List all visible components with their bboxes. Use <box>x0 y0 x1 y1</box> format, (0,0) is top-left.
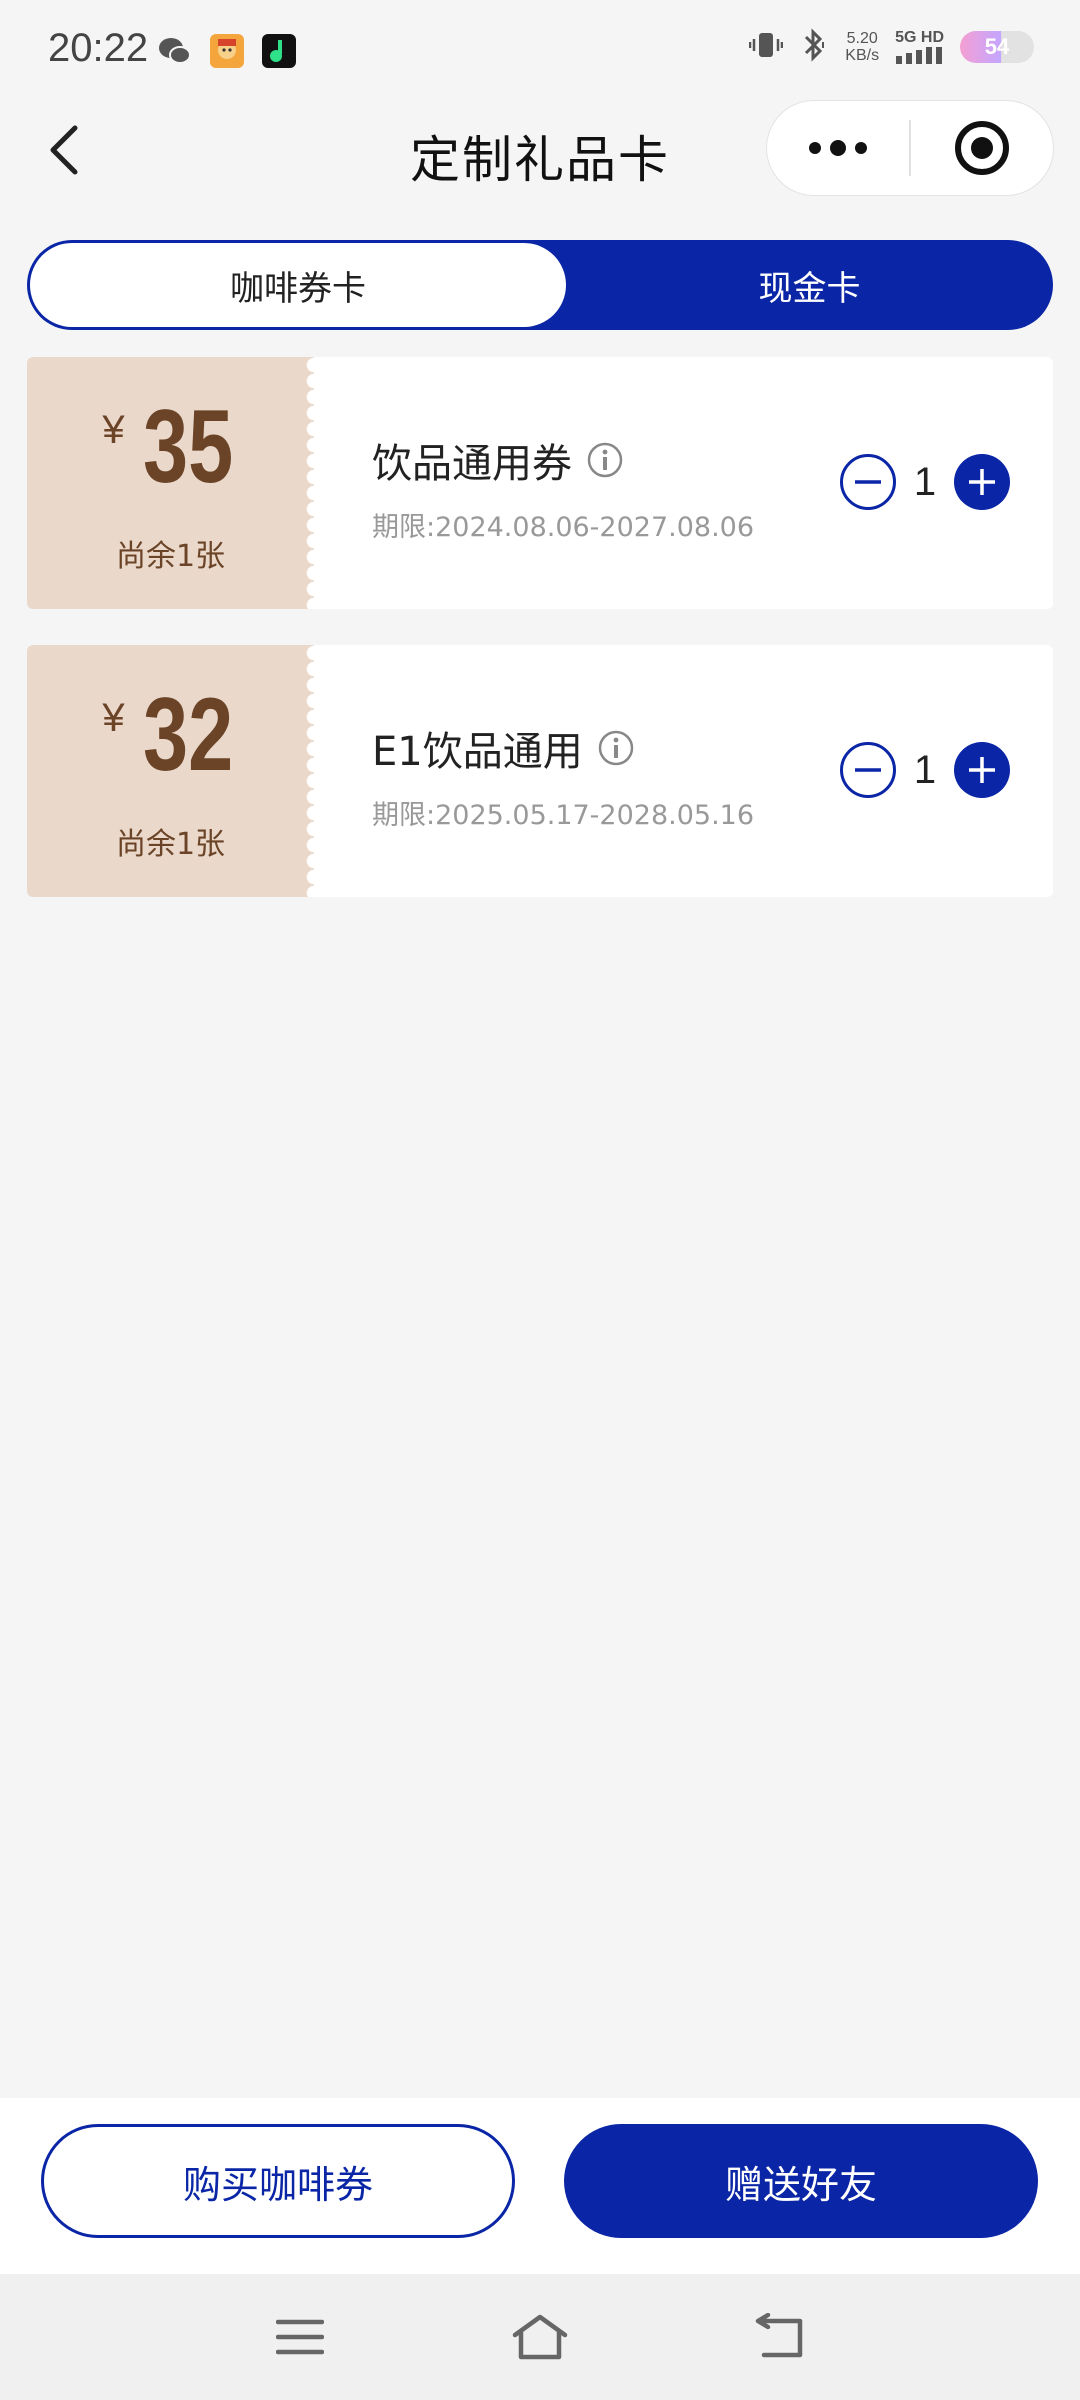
coupon-remaining: 尚余1张 <box>115 539 226 574</box>
minus-button[interactable] <box>839 453 897 511</box>
vibrate-icon <box>749 30 784 64</box>
coupon-remaining: 尚余1张 <box>115 827 226 862</box>
target-close-icon <box>954 121 1009 175</box>
signal-indicator: 5G HD <box>895 30 944 64</box>
return-arrow-icon <box>755 2313 803 2358</box>
coupon-amount: 35 <box>142 389 233 505</box>
bottom-action-bar: 购买咖啡券 赠送好友 <box>0 2098 1080 2274</box>
coupon-price: ¥ 32 <box>27 683 314 787</box>
system-status-icons: 5.20 KB/s 5G HD 54 <box>749 28 1034 66</box>
coupon-name: E1饮品通用 <box>372 729 583 775</box>
coupon-name-row: 饮品通用券 <box>372 431 624 489</box>
coupon-stub: ¥ 32 尚余1张 <box>27 645 314 897</box>
network-speed-unit: KB/s <box>845 47 880 64</box>
coupon-amount: 32 <box>142 677 233 793</box>
game-app-notification-icon <box>210 34 244 68</box>
coupon-price: ¥ 35 <box>27 395 314 499</box>
signal-label: 5G HD <box>895 29 944 46</box>
nav-header: 定制礼品卡 <box>0 100 1080 200</box>
currency-symbol: ¥ <box>102 408 125 452</box>
buy-coffee-voucher-button[interactable]: 购买咖啡券 <box>41 2124 515 2238</box>
home-button[interactable] <box>510 2312 570 2362</box>
tab-coffee-voucher-card[interactable]: 咖啡券卡 <box>30 243 566 327</box>
back-nav-button[interactable] <box>750 2312 810 2362</box>
miniprogram-capsule <box>766 100 1054 196</box>
quantity-stepper: 1 <box>839 741 1011 799</box>
card-type-tabs: 咖啡券卡 现金卡 <box>27 240 1053 330</box>
music-app-notification-icon <box>262 34 296 68</box>
signal-bars-icon <box>895 47 942 64</box>
network-speed: 5.20 KB/s <box>845 30 879 64</box>
network-speed-value: 5.20 <box>846 30 878 47</box>
status-bar: 20:22 5.20 KB/s 5G HD 54 <box>0 0 1080 100</box>
gift-to-friend-button[interactable]: 赠送好友 <box>564 2124 1038 2238</box>
quantity-value: 1 <box>913 459 937 504</box>
close-miniprogram-button[interactable] <box>911 100 1053 196</box>
quantity-value: 1 <box>913 747 937 792</box>
coupon-validity: 期限:2024.08.06-2027.08.06 <box>372 512 755 543</box>
more-options-button[interactable] <box>767 100 909 196</box>
tab-cash-card[interactable]: 现金卡 <box>566 240 1053 330</box>
battery-indicator: 54 <box>960 31 1034 63</box>
more-dots-icon <box>809 140 867 156</box>
recent-apps-button[interactable] <box>270 2312 330 2362</box>
minus-button[interactable] <box>839 741 897 799</box>
perforated-edge <box>306 357 322 609</box>
home-icon <box>512 2314 568 2360</box>
coupon-card: ¥ 32 尚余1张 E1饮品通用 期限:2025.05.17-2028.05.1… <box>27 645 1053 897</box>
coupon-name: 饮品通用券 <box>372 441 572 487</box>
info-icon[interactable] <box>586 441 624 479</box>
notification-icons <box>158 34 296 68</box>
quantity-stepper: 1 <box>839 453 1011 511</box>
coupon-name-row: E1饮品通用 <box>372 719 635 777</box>
info-icon[interactable] <box>597 729 635 767</box>
currency-symbol: ¥ <box>102 696 125 740</box>
coupon-validity: 期限:2025.05.17-2028.05.16 <box>372 800 755 831</box>
system-nav-bar <box>0 2274 1080 2400</box>
plus-button[interactable] <box>953 741 1011 799</box>
bluetooth-icon <box>799 28 829 66</box>
plus-button[interactable] <box>953 453 1011 511</box>
menu-lines-icon <box>276 2319 324 2355</box>
wechat-notification-icon <box>158 34 192 68</box>
perforated-edge <box>306 645 322 897</box>
coupon-card: ¥ 35 尚余1张 饮品通用券 期限:2024.08.06-2027.08.06… <box>27 357 1053 609</box>
coupon-stub: ¥ 35 尚余1张 <box>27 357 314 609</box>
status-time: 20:22 <box>48 26 149 70</box>
